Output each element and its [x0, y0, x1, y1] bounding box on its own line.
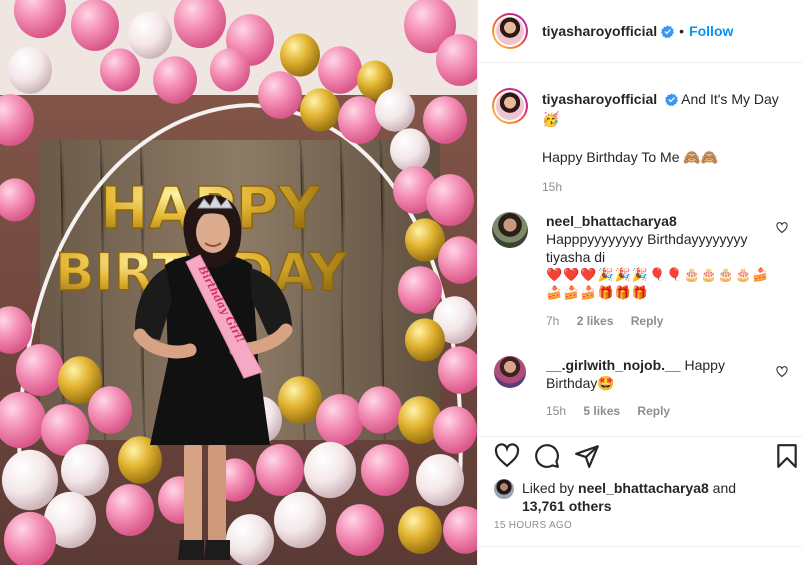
comment-item: __.girlwith_nojob.__ Happy Birthday🤩 15h…	[492, 356, 792, 418]
balloon	[304, 441, 356, 499]
balloon	[278, 376, 322, 424]
like-comment-heart-icon[interactable]	[776, 222, 788, 234]
balloon	[433, 406, 477, 454]
balloon	[100, 48, 140, 92]
comment-text: Happpyyyyyyyy Birthdayyyyyyyy tiyasha di	[546, 231, 748, 265]
caption-username[interactable]: tiyasharoyofficial	[542, 91, 657, 107]
balloon	[256, 444, 304, 496]
balloon	[426, 174, 474, 226]
likes-count[interactable]: 13,761 others	[522, 498, 612, 514]
comment-icon[interactable]	[534, 443, 560, 469]
balloon	[128, 11, 172, 59]
balloon	[336, 504, 384, 556]
balloon	[398, 266, 442, 314]
reply-button[interactable]: Reply	[637, 404, 670, 418]
verified-badge-icon	[661, 24, 675, 38]
balloon	[398, 506, 442, 554]
author-avatar[interactable]	[492, 13, 528, 49]
caption-text-line1: And It's My Day	[681, 91, 779, 107]
comment-time: 7h	[546, 314, 560, 328]
commenter-avatar[interactable]	[494, 356, 526, 388]
author-username[interactable]: tiyasharoyofficial	[542, 23, 657, 39]
birthday-photo-illustration: HAPPY BIRTHDAY	[0, 0, 477, 565]
commenter-username[interactable]: __.girlwith_nojob.__	[546, 357, 681, 373]
balloon	[2, 449, 58, 511]
balloon	[318, 46, 362, 94]
post-time-ago[interactable]: 15 HOURS AGO	[494, 520, 572, 531]
post-photo[interactable]: HAPPY BIRTHDAY	[0, 0, 477, 565]
balloon	[16, 344, 64, 396]
balloon	[153, 56, 197, 104]
like-comment-heart-icon[interactable]	[776, 366, 788, 378]
balloon	[106, 484, 154, 536]
balloon	[361, 444, 409, 496]
caption-time: 15h	[542, 180, 563, 194]
comment-likes[interactable]: 5 likes	[583, 404, 620, 418]
balloon	[71, 0, 119, 51]
likes-and: and	[712, 480, 737, 496]
balloon	[416, 454, 464, 506]
follow-button[interactable]: Follow	[689, 23, 733, 39]
comment-time: 15h	[546, 404, 567, 418]
reply-button[interactable]: Reply	[631, 314, 664, 328]
balloon	[226, 514, 274, 565]
balloon	[316, 394, 364, 446]
balloon	[274, 491, 326, 549]
share-icon[interactable]	[574, 443, 600, 469]
caption-avatar[interactable]	[492, 88, 528, 124]
balloon	[423, 96, 467, 144]
balloon	[375, 88, 415, 132]
caption-text-line2: Happy Birthday To Me 🙈🙈	[542, 149, 719, 165]
balloon	[358, 386, 402, 434]
liker-username[interactable]: neel_bhattacharya8	[578, 480, 709, 496]
caption-emoji: 🥳	[542, 111, 560, 127]
liker-avatar[interactable]	[494, 479, 514, 499]
heart-icon[interactable]	[494, 443, 520, 469]
verified-badge-icon	[665, 93, 679, 106]
balloon	[280, 33, 320, 77]
comment-emojis: ❤️❤️❤️🎉🎉🎉🎈🎈🎂🎂🎂🎂🍰🍰🍰🍰🎁🎁🎁	[546, 267, 770, 300]
balloon	[8, 46, 52, 94]
post-side-panel: tiyasharoyofficial • Follow tiyasharoyof…	[477, 0, 802, 565]
balloon	[258, 71, 302, 119]
bookmark-icon[interactable]	[774, 443, 800, 469]
commenter-username[interactable]: neel_bhattacharya8	[546, 213, 677, 229]
balloon	[405, 318, 445, 362]
balloon	[390, 128, 430, 172]
post-actions: Liked by neel_bhattacharya8 and 13,761 o…	[478, 436, 802, 556]
balloon	[61, 444, 109, 496]
comment-likes[interactable]: 2 likes	[577, 314, 614, 328]
likes-prefix: Liked by	[522, 480, 575, 496]
post-header: tiyasharoyofficial • Follow	[478, 0, 802, 63]
caption-row: tiyasharoyofficial And It's My Day 🥳 Hap…	[492, 88, 792, 194]
balloon	[300, 88, 340, 132]
balloon	[88, 386, 132, 434]
likes-summary: Liked by neel_bhattacharya8 and 13,761 o…	[494, 479, 752, 515]
commenter-avatar[interactable]	[492, 212, 528, 248]
separator-dot: •	[679, 23, 685, 39]
balloon	[338, 96, 382, 144]
add-comment-bar	[478, 546, 802, 565]
comments-list: tiyasharoyofficial And It's My Day 🥳 Hap…	[478, 64, 802, 436]
balloon	[210, 48, 250, 92]
comment-item: neel_bhattacharya8 Happpyyyyyyyy Birthda…	[492, 212, 792, 328]
